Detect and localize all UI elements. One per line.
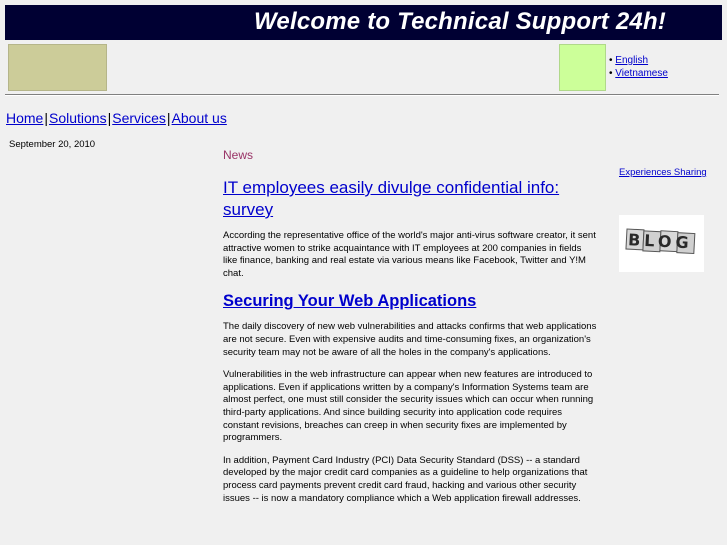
article-1-headline: IT employees easily divulge confidential… (223, 177, 598, 221)
current-date: September 20, 2010 (9, 139, 96, 150)
article-2-title-link[interactable]: Securing Your Web Applications (223, 292, 476, 310)
language-item-english: • English (609, 55, 649, 66)
article-2-paragraph-1: The daily discovery of new web vulnerabi… (223, 321, 597, 358)
news-section-label: News (223, 148, 254, 162)
logo-placeholder (8, 44, 107, 91)
news-content: News IT employees easily divulge confide… (223, 148, 598, 515)
flag-placeholder (559, 44, 606, 91)
blog-image[interactable]: BLOG (619, 215, 704, 272)
nav-services[interactable]: Services (112, 110, 166, 126)
language-item-vietnamese: • Vietnamese (609, 68, 668, 79)
header-banner: Welcome to Technical Support 24h! (5, 5, 722, 40)
article-2-paragraph-2: Vulnerabilities in the web infrastructur… (223, 369, 594, 444)
experiences-sharing-link[interactable]: Experiences Sharing (619, 167, 707, 178)
article-2-headline: Securing Your Web Applications (223, 290, 598, 312)
language-link-vietnamese[interactable]: Vietnamese (615, 68, 668, 79)
language-link-english[interactable]: English (615, 55, 648, 66)
language-list: • English • Vietnamese (609, 54, 668, 80)
main-nav: Home|Solutions|Services|About us (6, 110, 227, 126)
site-title: Welcome to Technical Support 24h! (254, 8, 666, 35)
article-1-body: According the representative office of t… (223, 230, 596, 279)
blog-logo-text: BLOG (628, 230, 693, 252)
nav-home[interactable]: Home (6, 110, 43, 126)
article-2-paragraph-3: In addition, Payment Card Industry (PCI)… (223, 454, 588, 504)
sidebar-experiences: Experiences Sharing (619, 167, 707, 178)
nav-about-us[interactable]: About us (172, 110, 227, 126)
nav-solutions[interactable]: Solutions (49, 110, 107, 126)
article-1-title-link[interactable]: IT employees easily divulge confidential… (223, 178, 559, 219)
blog-logo-icon: BLOG (619, 215, 704, 272)
header-divider (5, 94, 719, 96)
page: Welcome to Technical Support 24h! • Engl… (0, 0, 727, 545)
